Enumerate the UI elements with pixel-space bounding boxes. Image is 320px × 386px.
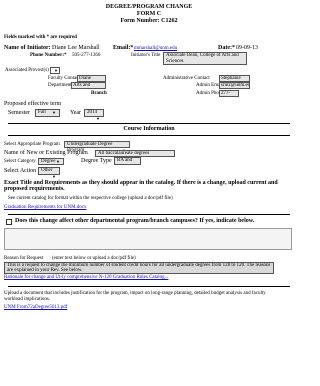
affects-other-depts-checkbox[interactable] bbox=[6, 219, 12, 225]
divider bbox=[8, 214, 290, 215]
degree-type-field[interactable]: BA and BS bbox=[114, 157, 141, 165]
upload-instruction: Upload a document that includes justific… bbox=[4, 291, 266, 302]
chevron-down-icon: ▼ bbox=[54, 68, 58, 73]
upload-file-link[interactable]: UNM From72aDegree5613.pdf bbox=[4, 305, 67, 311]
admin-phone-field[interactable]: 277-3331 bbox=[219, 90, 239, 97]
program-name-label: Name of New or Existing Program bbox=[4, 150, 88, 156]
initiator-title-label: Initiator's Title bbox=[131, 53, 161, 58]
required-note: Fields marked with * are required bbox=[4, 35, 77, 40]
category-value: Degree bbox=[41, 159, 56, 164]
other-depts-question: Does this change affect other department… bbox=[15, 218, 255, 224]
semester-label: Semester bbox=[8, 110, 30, 116]
assoc-provost-label: Associated Provost(s) bbox=[5, 68, 49, 73]
divider bbox=[8, 123, 290, 124]
chevron-down-icon: ▼ bbox=[52, 110, 56, 115]
date-value: 09-09-13 bbox=[236, 45, 258, 51]
faculty-contact-field[interactable]: Diane Marshall bbox=[77, 75, 106, 82]
program-select-label: Select Appropriate Program bbox=[4, 142, 60, 147]
chevron-down-icon: ▼ bbox=[96, 116, 100, 121]
category-label: Select Category bbox=[4, 159, 36, 164]
degree-type-label: Degree Type bbox=[81, 158, 112, 164]
divider bbox=[8, 286, 290, 287]
branch-label: Branch bbox=[91, 91, 107, 96]
year-select[interactable]: 2014 ▼ bbox=[84, 109, 104, 121]
date-label: Date:* bbox=[218, 45, 235, 51]
initiator-name-value: Diane Lee Marshall bbox=[52, 45, 100, 51]
action-select[interactable]: Other ▼ bbox=[38, 167, 60, 179]
action-value: Other bbox=[41, 168, 53, 173]
initiator-email-label: Email:* bbox=[113, 45, 134, 51]
department-label: Department bbox=[48, 83, 72, 88]
year-label: Year bbox=[70, 110, 82, 116]
admin-contact-label: Administrative Contact bbox=[163, 76, 210, 81]
semester-value: Fall bbox=[38, 110, 46, 115]
reason-file-link[interactable]: Rationale for change and Ut-ly comprehen… bbox=[4, 275, 168, 281]
program-select[interactable]: Undergraduate Degree Program▼ bbox=[64, 141, 130, 153]
admin-email-field[interactable]: sruiz@unm.edu bbox=[219, 82, 250, 89]
form-letter: FORM C bbox=[136, 11, 162, 17]
reason-textarea[interactable]: This is a request to change the minimum … bbox=[4, 262, 274, 274]
semester-select[interactable]: Fall ▼ bbox=[35, 109, 60, 117]
phone-value: 505-277-1366 bbox=[72, 53, 101, 58]
catalog-instruction: Exact Title and Requirements as they sho… bbox=[4, 180, 278, 192]
phone-label: Phone Number:* bbox=[30, 53, 67, 58]
catalog-subtext: See current catalog for format within th… bbox=[8, 196, 173, 201]
initiator-name-label: Name of Initiator: bbox=[4, 45, 51, 51]
divider bbox=[8, 135, 290, 136]
chevron-down-icon: ▼ bbox=[56, 159, 60, 164]
form-title: DEGREE/PROGRAM CHANGE bbox=[105, 4, 193, 10]
effective-term-label: Proposed effective term bbox=[4, 101, 62, 107]
initiator-title-field[interactable]: Associate Dean, College of Arts and Scie… bbox=[163, 52, 247, 65]
department-field[interactable]: Arts and Sciences bbox=[71, 82, 106, 89]
category-select[interactable]: Degree ▼ bbox=[38, 158, 64, 165]
year-value: 2014 bbox=[87, 110, 97, 115]
program-name-field[interactable]: All baccalaureate degrees bbox=[95, 150, 175, 157]
course-info-heading: Course Information bbox=[123, 126, 175, 132]
other-depts-textarea[interactable] bbox=[4, 228, 292, 250]
catalog-file-link[interactable]: Graduation Requirements for UNM.docx bbox=[4, 205, 86, 211]
form-number: Form Number: C1262 bbox=[120, 18, 178, 24]
assoc-provost-select[interactable]: ▼ bbox=[50, 67, 60, 74]
action-label: Select Action bbox=[4, 168, 37, 174]
admin-contact-field[interactable]: Stephanie Ruiz bbox=[219, 75, 250, 82]
